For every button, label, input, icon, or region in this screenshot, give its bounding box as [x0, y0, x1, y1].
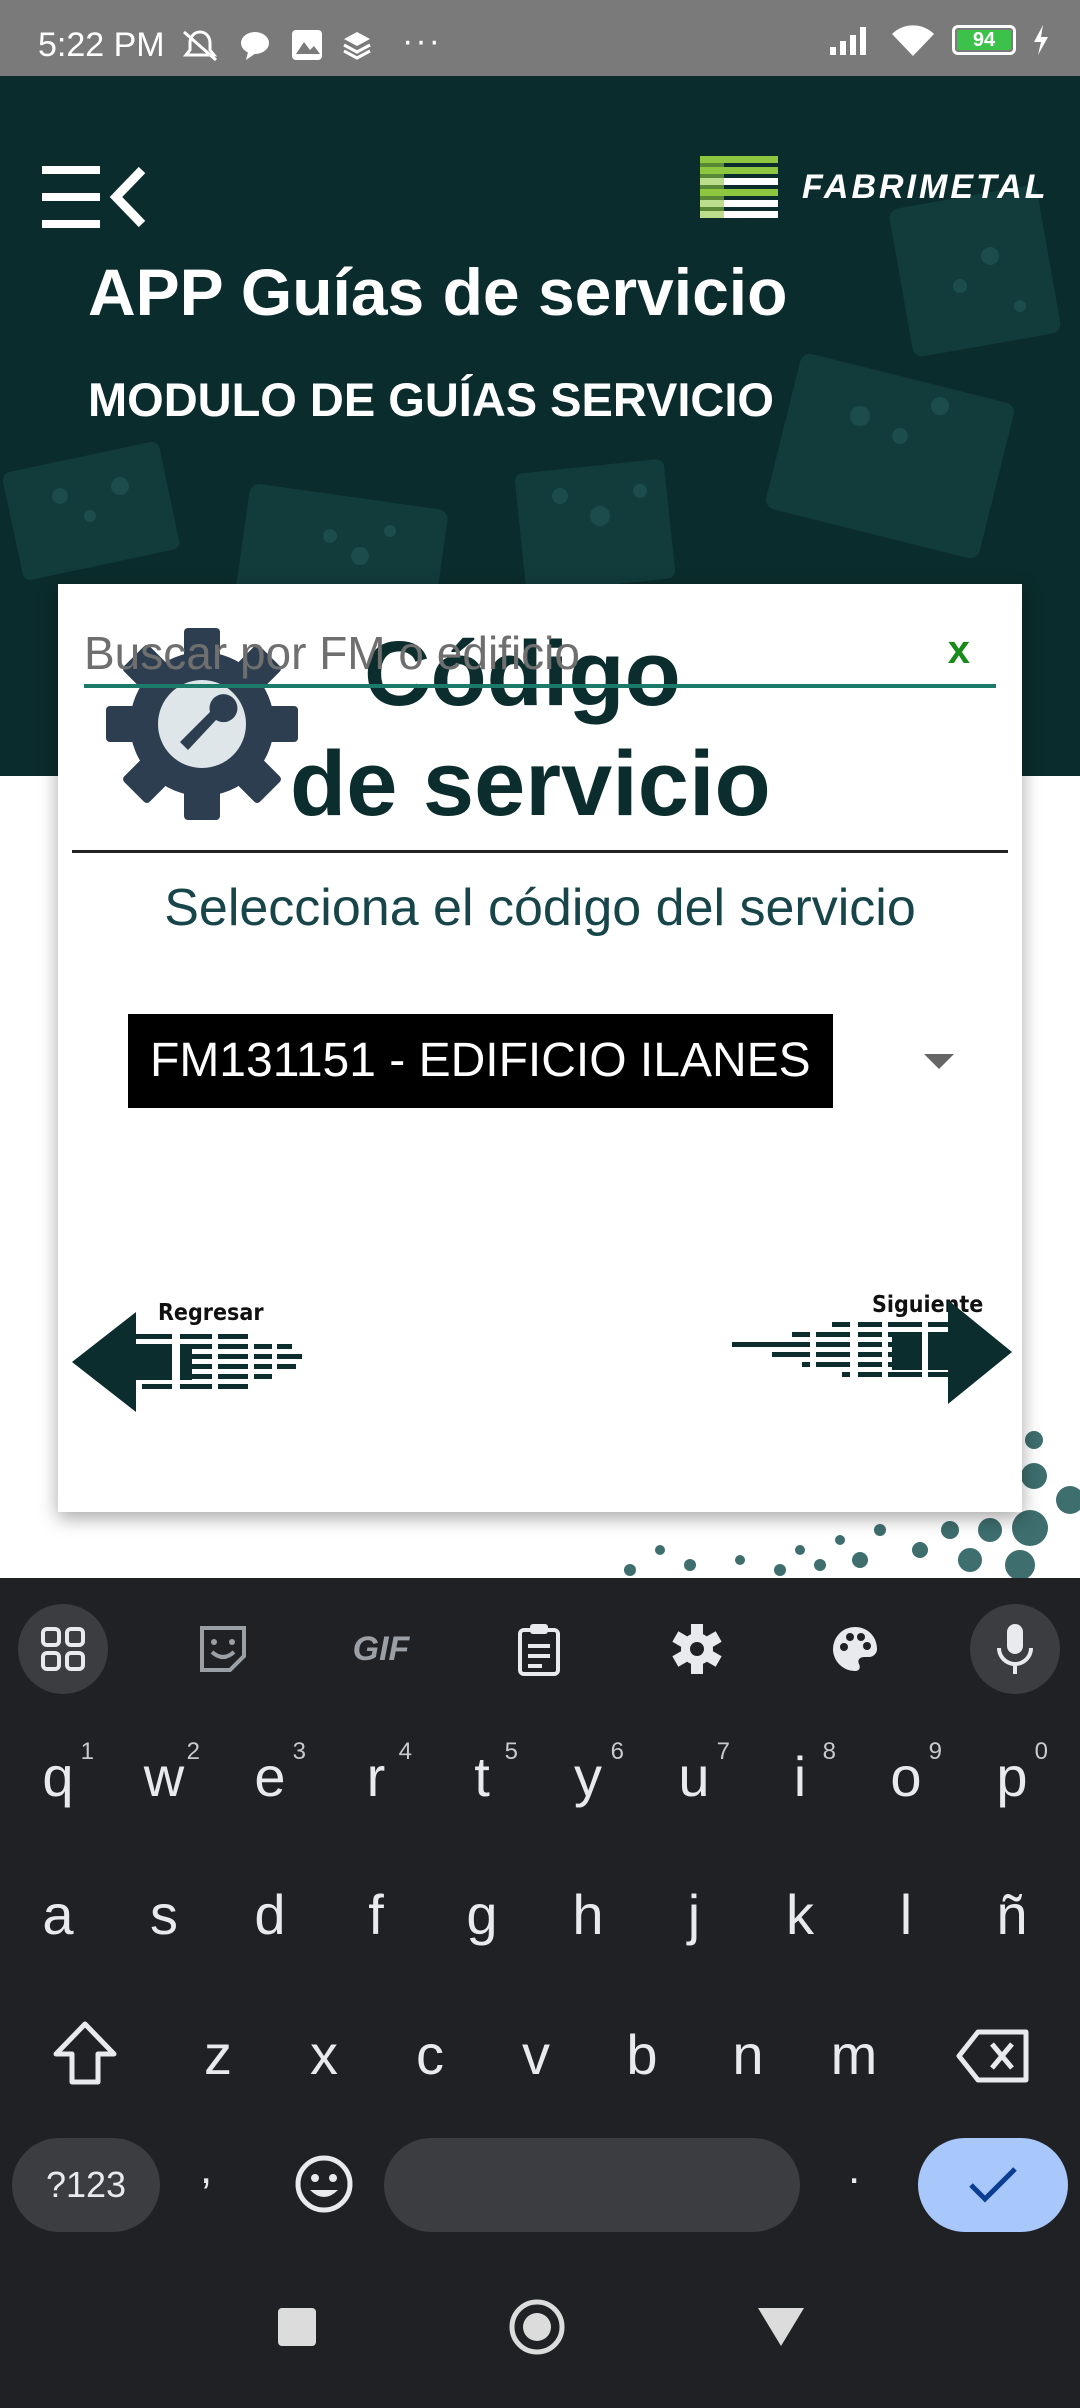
key-f[interactable]: f: [326, 1882, 426, 1947]
dialog-subtitle: Selecciona el código del servicio: [164, 879, 916, 937]
divider: [72, 850, 1008, 853]
checkmark-icon: [969, 2167, 1017, 2203]
key-b[interactable]: b: [592, 2022, 692, 2087]
module-title: MODULO DE GUÍAS SERVICIO: [88, 373, 774, 426]
home-button[interactable]: [508, 2298, 566, 2356]
mic-icon[interactable]: [970, 1604, 1060, 1694]
key-comma[interactable]: ,: [200, 2144, 212, 2194]
selected-service-value: FM131151 - EDIFICIO ILANES: [128, 1014, 833, 1108]
dialog-title-line2: de servicio: [290, 733, 771, 835]
charging-icon: [1034, 25, 1048, 55]
chat-icon: [241, 32, 269, 60]
key-g[interactable]: g: [432, 1882, 532, 1947]
wifi-icon: [892, 25, 934, 56]
backspace-icon[interactable]: [956, 2028, 1030, 2084]
clipboard-icon[interactable]: [494, 1604, 584, 1694]
key-l[interactable]: l: [856, 1882, 956, 1947]
more-notifications-indicator: ···: [402, 22, 442, 60]
next-button[interactable]: Siguiente: [732, 1292, 1012, 1412]
key-z[interactable]: z: [168, 2022, 268, 2087]
search-bar: x: [84, 622, 996, 688]
key-u[interactable]: u7: [644, 1738, 744, 1809]
enter-key[interactable]: [918, 2138, 1068, 2232]
service-code-dialog: Código de servicio x Selecciona el códig…: [58, 584, 1022, 1512]
key-t[interactable]: t5: [432, 1738, 532, 1809]
key-d[interactable]: d: [220, 1882, 320, 1947]
symbols-key[interactable]: ?123: [12, 2138, 160, 2232]
key-y[interactable]: y6: [538, 1738, 638, 1809]
app-title: APP Guías de servicio: [88, 255, 788, 329]
photo-icon: [292, 30, 322, 60]
signal-icon: [830, 27, 866, 55]
key-w[interactable]: w2: [114, 1738, 214, 1809]
back-nav-button[interactable]: [756, 2306, 806, 2348]
search-input[interactable]: [84, 622, 904, 684]
key-period[interactable]: .: [848, 2144, 860, 2194]
fabrimetal-logo: FABRIMETAL: [700, 156, 1049, 218]
key-n[interactable]: n: [698, 2022, 798, 2087]
clear-search-button[interactable]: x: [948, 628, 970, 673]
key-i[interactable]: i8: [750, 1738, 850, 1809]
recents-button[interactable]: [276, 2306, 318, 2348]
logo-mark-icon: [700, 156, 778, 218]
sticker-icon[interactable]: [178, 1604, 268, 1694]
key-n-tilde[interactable]: ñ: [962, 1882, 1062, 1947]
shift-icon[interactable]: [50, 2020, 120, 2086]
key-x[interactable]: x: [274, 2022, 374, 2087]
key-p[interactable]: p0: [962, 1738, 1062, 1809]
menu-button[interactable]: [42, 162, 146, 232]
status-bar: 5:22 PM ··· 94: [0, 0, 1080, 76]
space-key[interactable]: [384, 2138, 800, 2232]
emoji-icon[interactable]: [294, 2154, 354, 2214]
key-q[interactable]: q1: [8, 1738, 108, 1809]
palette-icon[interactable]: [810, 1604, 900, 1694]
dropdown-caret-icon: [924, 1054, 954, 1069]
status-time: 5:22 PM: [38, 26, 165, 64]
settings-icon[interactable]: [652, 1604, 742, 1694]
mute-icon: [182, 30, 218, 62]
key-c[interactable]: c: [380, 2022, 480, 2087]
service-code-dropdown[interactable]: FM131151 - EDIFICIO ILANES: [128, 1014, 968, 1110]
keyboard: GIF q1 w2 e3 r4 t5 y6 u7 i8 o9 p0 a s d …: [0, 1578, 1080, 2254]
key-m[interactable]: m: [804, 2022, 904, 2087]
key-h[interactable]: h: [538, 1882, 638, 1947]
system-nav-bar: [0, 2254, 1080, 2408]
key-s[interactable]: s: [114, 1882, 214, 1947]
key-a[interactable]: a: [8, 1882, 108, 1947]
key-r[interactable]: r4: [326, 1738, 426, 1809]
arrow-right-icon: [732, 1300, 1012, 1404]
gif-icon[interactable]: GIF: [336, 1604, 426, 1694]
logo-text: FABRIMETAL: [802, 167, 1049, 206]
key-o[interactable]: o9: [856, 1738, 956, 1809]
key-j[interactable]: j: [644, 1882, 744, 1947]
arrow-left-icon: [72, 1312, 302, 1412]
apps-icon[interactable]: [18, 1604, 108, 1694]
battery-icon: 94: [952, 25, 1016, 55]
key-k[interactable]: k: [750, 1882, 850, 1947]
layers-icon: [343, 32, 371, 60]
back-button[interactable]: Regresar: [72, 1300, 362, 1420]
key-e[interactable]: e3: [220, 1738, 320, 1809]
key-v[interactable]: v: [486, 2022, 586, 2087]
